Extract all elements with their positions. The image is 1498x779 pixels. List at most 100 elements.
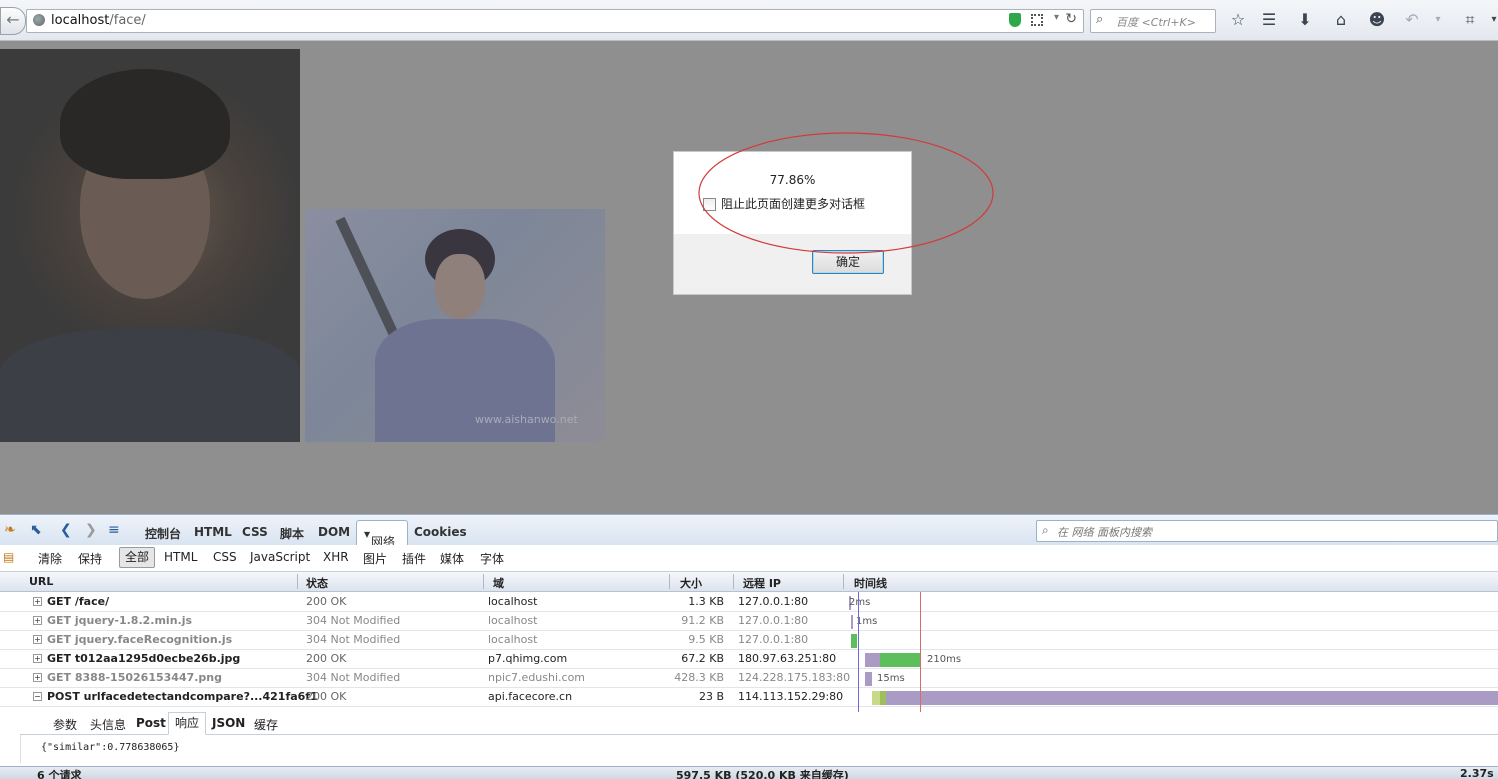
timeline-bar: [872, 691, 880, 705]
tab-network[interactable]: 网络 ▾: [356, 520, 408, 549]
forward-icon[interactable]: ❯: [85, 522, 97, 538]
request-row[interactable]: + GET 8388-15026153447.png 304 Not Modif…: [0, 668, 1498, 688]
request-url[interactable]: GET jquery.faceRecognition.js: [47, 633, 232, 646]
reload-icon[interactable]: ↻: [1065, 11, 1077, 27]
tab-json[interactable]: JSON: [212, 716, 245, 730]
column-divider[interactable]: [297, 574, 298, 589]
chevron-down-icon[interactable]: ▾: [1054, 12, 1059, 23]
prevent-dialogs-checkbox[interactable]: [703, 198, 716, 211]
url-text[interactable]: localhost/face/: [51, 13, 146, 28]
crop-icon[interactable]: ⌗: [1460, 10, 1480, 30]
col-status[interactable]: 状态: [306, 575, 328, 591]
request-size: 91.2 KB: [681, 614, 724, 627]
column-divider[interactable]: [483, 574, 484, 589]
collapse-icon[interactable]: −: [33, 692, 42, 701]
request-url[interactable]: POST urlfacedetectandcompare?...421fa6f1: [47, 690, 318, 703]
home-icon[interactable]: ⌂: [1331, 10, 1351, 30]
panel-search-placeholder: 在 网络 面板内搜索: [1057, 526, 1152, 539]
filter-images[interactable]: 图片: [363, 550, 387, 567]
persist-button[interactable]: 保持: [78, 550, 102, 567]
qr-code-icon[interactable]: [1031, 14, 1043, 26]
request-row-expanded[interactable]: − POST urlfacedetectandcompare?...421fa6…: [0, 687, 1498, 707]
ok-button[interactable]: 确定: [812, 250, 884, 274]
request-row[interactable]: + GET jquery-1.8.2.min.js 304 Not Modifi…: [0, 611, 1498, 631]
xhr-icon: ▤: [3, 550, 15, 564]
firebug-icon[interactable]: ❧: [4, 522, 16, 538]
network-filter-bar: ▤ 清除 保持 全部 HTML CSS JavaScript XHR 图片 插件…: [0, 545, 1498, 572]
timeline-label: 15ms: [877, 673, 905, 684]
tab-response[interactable]: 响应: [168, 712, 207, 735]
tab-cookies[interactable]: Cookies: [414, 525, 467, 539]
request-domain: api.facecore.cn: [488, 690, 573, 703]
shield-icon[interactable]: [1009, 13, 1021, 27]
request-url[interactable]: GET t012aa1295d0ecbe26b.jpg: [47, 652, 240, 665]
request-status: 304 Not Modified: [306, 633, 401, 646]
tab-console[interactable]: 控制台: [145, 525, 181, 542]
clear-button[interactable]: 清除: [38, 550, 62, 567]
request-size: 1.3 KB: [688, 595, 724, 608]
tab-post[interactable]: Post: [136, 716, 166, 730]
chevron-down-icon[interactable]: ▾: [1428, 10, 1448, 30]
response-body: {"similar":0.778638065}: [20, 735, 1498, 763]
tab-cache[interactable]: 缓存: [254, 716, 278, 733]
col-size[interactable]: 大小: [680, 575, 702, 591]
column-divider[interactable]: [733, 574, 734, 589]
col-timeline[interactable]: 时间线: [854, 575, 887, 591]
timeline-dom-loaded-marker: [858, 592, 859, 720]
network-column-header: URL 状态 域 大小 远程 IP 时间线: [0, 572, 1498, 592]
column-divider[interactable]: [843, 574, 844, 589]
request-row[interactable]: + GET t012aa1295d0ecbe26b.jpg 200 OK p7.…: [0, 649, 1498, 669]
inspect-icon[interactable]: ⬉: [30, 522, 42, 538]
timeline-label: 2ms: [849, 597, 871, 608]
col-remote-ip[interactable]: 远程 IP: [743, 575, 781, 591]
filter-media[interactable]: 媒体: [440, 550, 464, 567]
col-url[interactable]: URL: [29, 575, 53, 588]
expand-icon[interactable]: +: [33, 635, 42, 644]
firebug-panel: ❧ ⬉ ❮ ❯ ≡ 控制台 HTML CSS 脚本 DOM 网络 ▾ Cooki…: [0, 514, 1498, 779]
filter-javascript[interactable]: JavaScript: [250, 550, 310, 564]
tab-script[interactable]: 脚本: [280, 525, 304, 542]
chevron-down-icon[interactable]: ▾: [1484, 10, 1498, 30]
tab-html[interactable]: HTML: [194, 525, 232, 539]
chat-icon[interactable]: ☻: [1367, 10, 1387, 30]
filter-plugins[interactable]: 插件: [402, 550, 426, 567]
url-host: localhost: [51, 13, 110, 28]
undo-icon[interactable]: ↶: [1402, 10, 1422, 30]
tab-params[interactable]: 参数: [53, 716, 77, 733]
column-divider[interactable]: [669, 574, 670, 589]
filter-css[interactable]: CSS: [213, 550, 237, 564]
expand-icon[interactable]: +: [33, 616, 42, 625]
bookmarks-list-icon[interactable]: ☰: [1259, 10, 1279, 30]
tab-dom[interactable]: DOM: [318, 525, 350, 539]
download-icon[interactable]: ⬇: [1295, 10, 1315, 30]
filter-all[interactable]: 全部: [119, 547, 156, 568]
request-row[interactable]: + GET /face/ 200 OK localhost 1.3 KB 127…: [0, 592, 1498, 612]
filter-html[interactable]: HTML: [164, 550, 197, 564]
bookmark-star-icon[interactable]: ☆: [1228, 10, 1248, 30]
filter-xhr[interactable]: XHR: [323, 550, 349, 564]
timeline-bar: [886, 691, 1498, 705]
tab-css[interactable]: CSS: [242, 525, 268, 539]
request-ip: 127.0.0.1:80: [738, 633, 809, 646]
dialog-message: 77.86%: [769, 173, 816, 187]
url-bar[interactable]: localhost/face/ ▾ ↻: [26, 9, 1084, 33]
request-row[interactable]: + GET jquery.faceRecognition.js 304 Not …: [0, 630, 1498, 650]
expand-icon[interactable]: +: [33, 597, 42, 606]
photo1-shirt: [0, 329, 300, 442]
expand-icon[interactable]: +: [33, 654, 42, 663]
request-url[interactable]: GET 8388-15026153447.png: [47, 671, 222, 684]
prevent-dialogs-label[interactable]: 阻止此页面创建更多对话框: [721, 195, 865, 212]
search-bar[interactable]: ⌕ 百度 <Ctrl+K>: [1090, 9, 1216, 33]
request-url[interactable]: GET /face/: [47, 595, 109, 608]
panel-search-input[interactable]: ⌕ 在 网络 面板内搜索: [1036, 520, 1498, 542]
expand-icon[interactable]: +: [33, 673, 42, 682]
request-url[interactable]: GET jquery-1.8.2.min.js: [47, 614, 192, 627]
tab-headers[interactable]: 头信息: [90, 716, 126, 733]
command-line-icon[interactable]: ≡: [108, 522, 120, 538]
page-content: www.aishanwo.net 77.86% 阻止此页面创建更多对话框 确定: [0, 41, 1498, 513]
filter-fonts[interactable]: 字体: [480, 550, 504, 567]
back-icon[interactable]: ❮: [60, 522, 72, 538]
back-button[interactable]: ←: [0, 7, 26, 35]
col-domain[interactable]: 域: [493, 575, 504, 591]
timeline-bar: [865, 672, 872, 686]
